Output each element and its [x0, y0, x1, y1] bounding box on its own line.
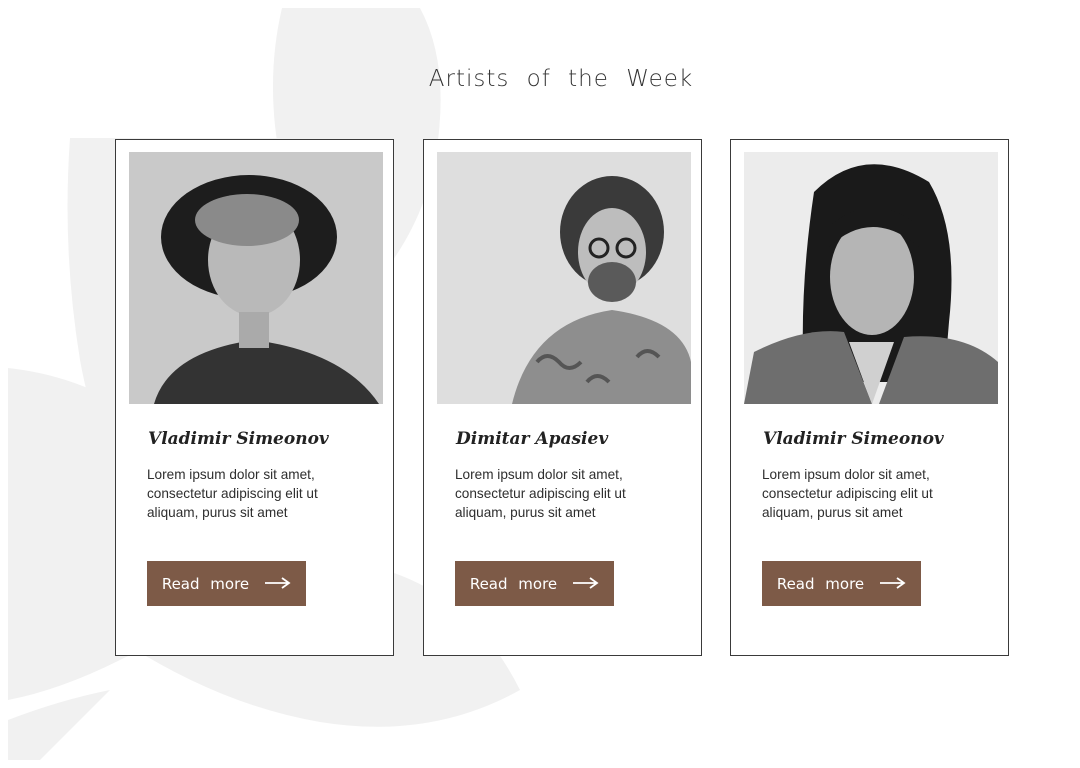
arrow-right-icon [265, 575, 291, 593]
read-more-label: Read more [776, 574, 865, 593]
artist-photo [129, 152, 383, 404]
artist-description: Lorem ipsum dolor sit amet, consectetur … [762, 467, 933, 520]
read-more-button[interactable]: Read more [147, 561, 306, 606]
artist-photo [437, 152, 691, 404]
read-more-label: Read more [161, 574, 250, 593]
section-title: Artists of the Week [428, 66, 694, 92]
artist-name: Vladimir Simeonov [148, 429, 329, 449]
arrow-right-icon [573, 575, 599, 593]
artist-description: Lorem ipsum dolor sit amet, consectetur … [455, 467, 626, 520]
artist-name: Dimitar Apasiev [456, 429, 609, 449]
artist-description: Lorem ipsum dolor sit amet, consectetur … [147, 467, 318, 520]
artist-photo [744, 152, 998, 404]
artist-card: Vladimir Simeonov Lorem ipsum dolor sit … [115, 139, 394, 656]
artist-card: Vladimir Simeonov Lorem ipsum dolor sit … [730, 139, 1009, 656]
read-more-button[interactable]: Read more [455, 561, 614, 606]
artist-name: Vladimir Simeonov [763, 429, 944, 449]
read-more-button[interactable]: Read more [762, 561, 921, 606]
arrow-right-icon [880, 575, 906, 593]
artist-card: Dimitar Apasiev Lorem ipsum dolor sit am… [423, 139, 702, 656]
read-more-label: Read more [469, 574, 558, 593]
